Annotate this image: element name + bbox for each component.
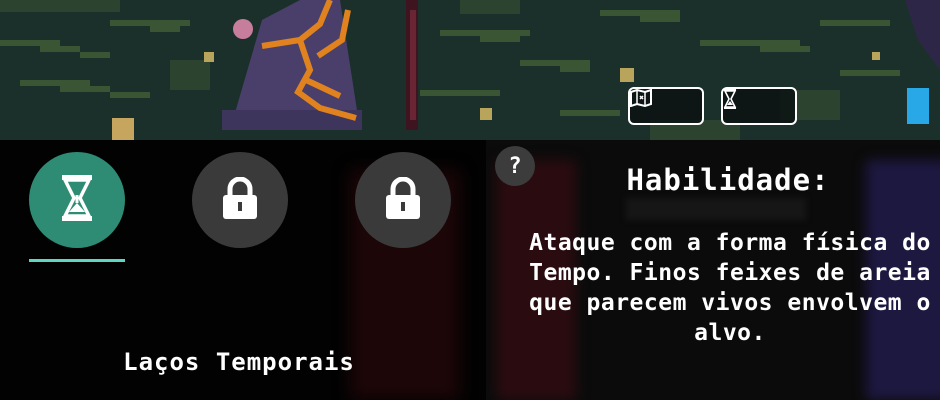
- ability-slot-3[interactable]: [355, 152, 451, 248]
- lock-icon: [221, 176, 259, 223]
- game-scene: [0, 0, 940, 140]
- selected-ability-indicator: [29, 259, 125, 262]
- scene-background-art: [0, 0, 940, 140]
- lock-icon: [384, 176, 422, 223]
- ability-selector: Laços Temporais: [0, 140, 486, 400]
- map-button[interactable]: [628, 87, 704, 125]
- ability-description: Ataque com a forma física do Tempo. Fino…: [529, 230, 931, 346]
- time-button[interactable]: [721, 87, 797, 125]
- ability-title: Habilidade:: [626, 163, 830, 197]
- ability-slot-2[interactable]: [192, 152, 288, 248]
- selected-ability-name: Laços Temporais: [123, 348, 355, 376]
- background-blur: [626, 198, 806, 220]
- hourglass-icon: [60, 175, 94, 225]
- ability-slot-1[interactable]: [29, 152, 125, 248]
